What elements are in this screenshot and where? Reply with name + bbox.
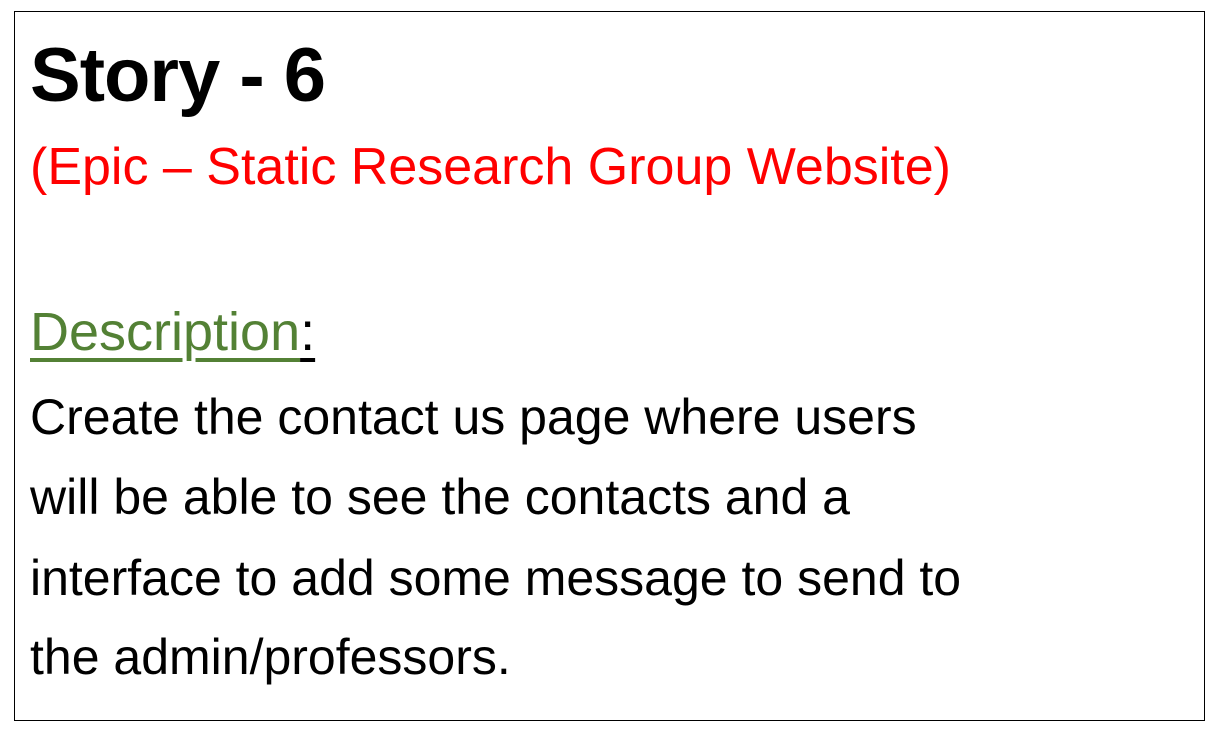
description-line: the admin/professors. bbox=[30, 629, 511, 685]
description-line: interface to add some message to send to bbox=[30, 550, 962, 606]
description-heading: Description: bbox=[30, 305, 315, 359]
description-line: Create the contact us page where users bbox=[30, 389, 917, 445]
story-title: Story - 6 bbox=[30, 33, 326, 118]
epic-subtitle: (Epic – Static Research Group Website) bbox=[30, 138, 951, 196]
description-colon: : bbox=[300, 302, 316, 362]
description-label: Description bbox=[30, 302, 301, 362]
description-line: will be able to see the contacts and a bbox=[30, 469, 850, 525]
